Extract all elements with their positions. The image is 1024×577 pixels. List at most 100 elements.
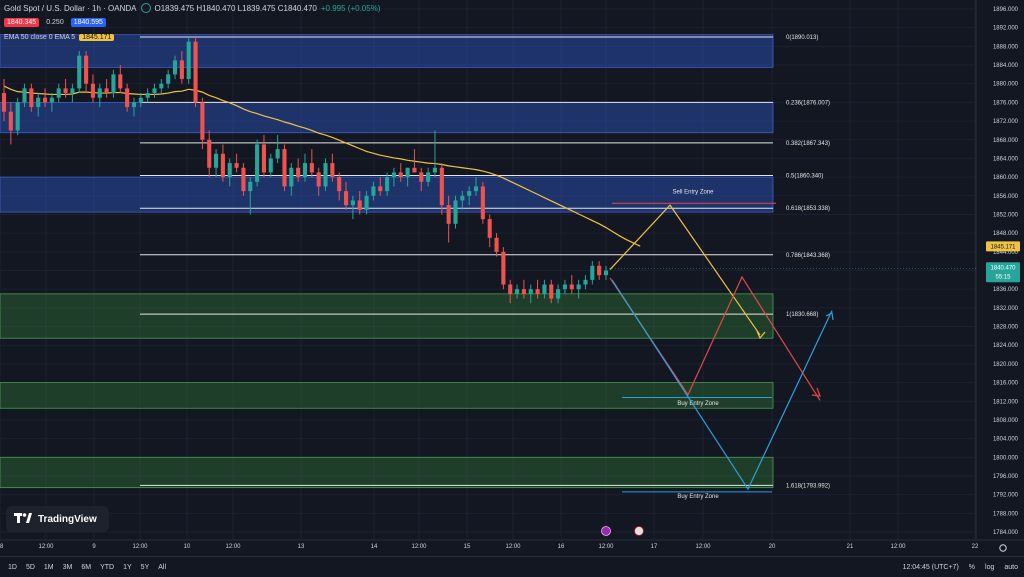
supply-zone [0, 101, 774, 134]
candle-body [131, 102, 137, 108]
range-1y[interactable]: 1Y [123, 564, 132, 571]
time-axis-label: 12:00 [598, 544, 614, 550]
candle-body [42, 97, 48, 103]
price-axis-label: 1860.000 [993, 175, 1019, 181]
candle-body [603, 270, 609, 276]
candle-body [97, 88, 102, 98]
range-1m[interactable]: 1M [44, 564, 54, 571]
range-5y[interactable]: 5Y [141, 564, 150, 571]
market-status-icon [140, 3, 151, 13]
candle-body [241, 167, 246, 192]
time-axis-label: 12:00 [411, 544, 427, 550]
candle-body [569, 284, 574, 290]
candle-body [282, 149, 287, 187]
price-axis-label: 1876.000 [993, 100, 1019, 106]
range-ytd[interactable]: YTD [100, 564, 114, 571]
time-axis-label: 12:00 [132, 544, 148, 550]
spread-value: 0.250 [46, 19, 64, 26]
chart-header: Gold Spot / U.S. Dollar · 1h · OANDA O18… [4, 3, 380, 13]
supply-zone [0, 34, 774, 68]
event-dividend-icon[interactable] [601, 526, 611, 536]
candle-body [220, 153, 225, 178]
buy-button[interactable]: 1840.595 [70, 18, 106, 27]
candle-body [480, 186, 485, 220]
candle-body [63, 88, 68, 94]
candle-body [576, 284, 581, 290]
time-axis-label: 12:00 [890, 544, 906, 550]
candle-body [549, 284, 554, 299]
current-price-label: 1840.470 [990, 265, 1016, 271]
date-range-selector: 1D 5D 1M 3M 6M YTD 1Y 5Y All [0, 564, 166, 571]
demand-zone [0, 382, 774, 409]
tradingview-logo-icon [14, 513, 32, 523]
range-all[interactable]: All [158, 564, 166, 571]
candle-body [494, 237, 499, 252]
candle-body [343, 191, 349, 206]
price-axis-label: 1872.000 [993, 119, 1019, 125]
tradingview-logo[interactable]: TradingView [6, 506, 109, 532]
sell-button[interactable]: 1840.345 [4, 18, 40, 27]
fib-level-label: 0.382(1867.343) [786, 141, 830, 147]
time-axis-label: 12:00 [695, 544, 711, 550]
time-axis-label: 13 [298, 544, 305, 550]
candle-body [159, 83, 164, 89]
event-economic-flag-icon[interactable] [634, 526, 644, 536]
candle-body [350, 200, 355, 206]
candle-body [186, 41, 191, 80]
candle-body [138, 97, 143, 103]
candle-body [597, 265, 602, 276]
price-axis-label: 1868.000 [993, 138, 1019, 144]
candle-body [227, 163, 232, 178]
candle-body [583, 279, 588, 285]
time-axis-label: 22 [972, 544, 979, 550]
candle-body [337, 177, 342, 192]
ema-label: EMA 50 close 0 EMA 5 [4, 34, 76, 41]
candle-body [8, 111, 13, 131]
candle-body [145, 93, 150, 98]
fib-level-label: 0.786(1843.368) [786, 253, 830, 259]
candle-body [29, 88, 34, 108]
candle-body [302, 163, 308, 178]
candle-body [309, 163, 314, 173]
candle-body [289, 167, 294, 187]
price-axis-label: 1788.000 [993, 511, 1019, 517]
candle-body [357, 200, 362, 210]
candle-body [90, 83, 95, 98]
ohlc-values: O1839.475 H1840.470 L1839.475 C1840.470 [154, 3, 317, 13]
range-5d[interactable]: 5D [26, 564, 35, 571]
candle-body [275, 149, 280, 159]
time-axis-label: 21 [847, 544, 854, 550]
bottom-toolbar: 1D 5D 1M 3M 6M YTD 1Y 5Y All 12:04:45 (U… [0, 556, 1024, 577]
price-axis-label: 1888.000 [993, 44, 1019, 50]
range-3m[interactable]: 3M [63, 564, 73, 571]
candle-body [528, 289, 533, 294]
candle-body [77, 55, 82, 89]
percent-scale-toggle[interactable]: % [969, 564, 975, 571]
symbol-title[interactable]: Gold Spot / U.S. Dollar · 1h · OANDA [4, 4, 137, 13]
log-scale-toggle[interactable]: log [985, 564, 994, 571]
price-axis-label: 1792.000 [993, 493, 1019, 499]
zone-annotation: Buy Entry Zone [677, 401, 719, 407]
candle-body [378, 186, 383, 192]
candle-body [70, 88, 75, 94]
candle-body [255, 144, 260, 182]
price-axis-label: 1836.000 [993, 287, 1019, 293]
range-1d[interactable]: 1D [8, 564, 17, 571]
zone-annotation: Sell Entry Zone [672, 189, 714, 195]
price-chart[interactable]: 0(1890.013) 0.236(1876.007) 0.382(1867.343… [0, 0, 1024, 576]
candle-body [521, 289, 526, 294]
price-axis-label: 1848.000 [993, 231, 1019, 237]
candle-body [268, 158, 273, 173]
candle-body [439, 167, 444, 206]
clock[interactable]: 12:04:45 (UTC+7) [903, 564, 959, 571]
candle-body [207, 139, 212, 168]
ema-price-tag-label: 1845.171 [990, 244, 1016, 250]
range-6m[interactable]: 6M [81, 564, 91, 571]
indicator-legend[interactable]: EMA 50 close 0 EMA 5 1845.171 [4, 34, 115, 41]
candle-body [22, 88, 27, 103]
candle-body [234, 163, 239, 168]
candle-body [36, 97, 41, 108]
fib-level-label: 0.618(1853.338) [786, 206, 830, 212]
price-axis-label: 1800.000 [993, 455, 1019, 461]
auto-scale-toggle[interactable]: auto [1004, 564, 1018, 571]
